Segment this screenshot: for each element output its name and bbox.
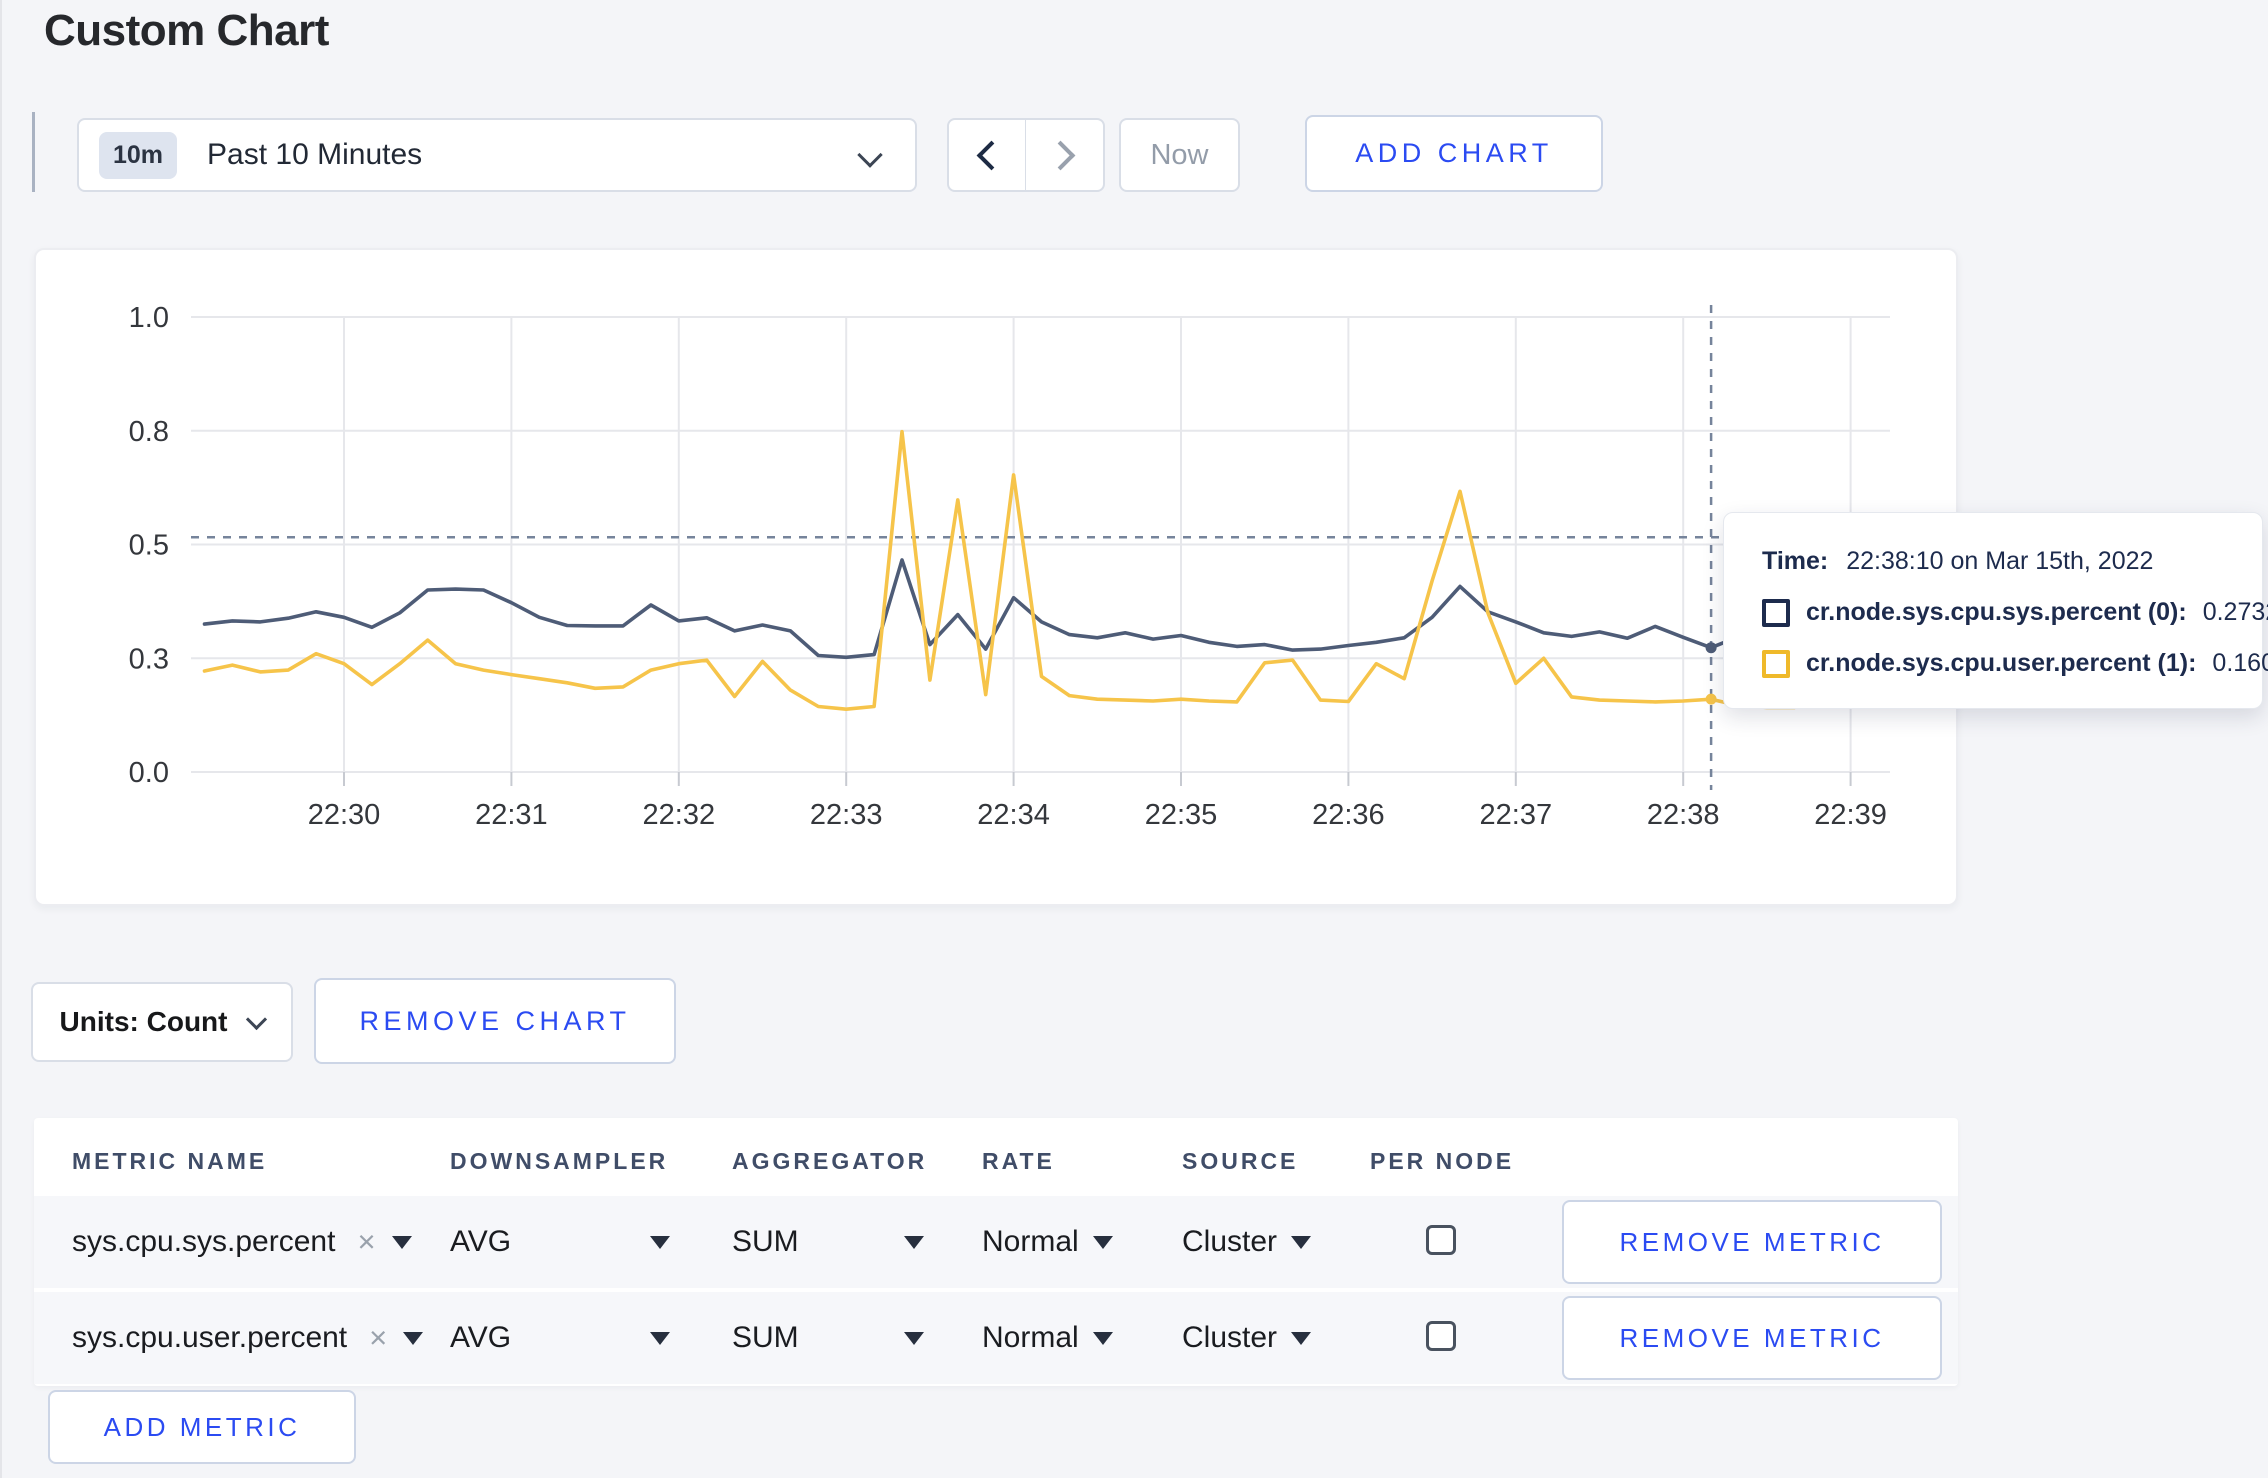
- svg-text:22:35: 22:35: [1145, 799, 1218, 831]
- chevron-down-icon: [246, 1008, 268, 1030]
- custom-chart-page: Custom Chart 10m Past 10 Minutes Now ADD…: [0, 0, 2268, 1478]
- svg-text:22:38: 22:38: [1647, 799, 1720, 831]
- col-header-rate: RATE: [982, 1148, 1055, 1174]
- dropdown-caret-icon: [650, 1331, 670, 1345]
- tooltip-time-value: 22:38:10 on Mar 15th, 2022: [1846, 547, 2154, 575]
- metric-row: sys.cpu.sys.percent × AVG SUM Normal Clu…: [34, 1196, 1958, 1288]
- col-header-aggregator: AGGREGATOR: [732, 1148, 928, 1174]
- aggregator-value: SUM: [732, 1321, 799, 1354]
- tooltip-time-label: Time:: [1762, 547, 1829, 575]
- units-label: Units: Count: [59, 1006, 228, 1037]
- svg-text:22:34: 22:34: [977, 799, 1050, 831]
- add-chart-button[interactable]: ADD CHART: [1305, 115, 1603, 192]
- time-range-badge: 10m: [99, 131, 178, 179]
- aggregator-value: SUM: [732, 1225, 799, 1258]
- chart-tooltip: Time: 22:38:10 on Mar 15th, 2022 cr.node…: [1723, 512, 2268, 709]
- chart-svg[interactable]: 1.0 0.8 0.5 0.3 0.0 22:30 22:31 22:32 22:33 22:34…: [36, 250, 1960, 906]
- per-node-checkbox[interactable]: [1426, 1321, 1456, 1351]
- dropdown-caret-icon: [1291, 1331, 1312, 1345]
- dropdown-caret-icon: [391, 1235, 412, 1249]
- aggregator-select[interactable]: SUM: [732, 1196, 924, 1288]
- svg-text:22:36: 22:36: [1312, 799, 1385, 831]
- clear-metric-icon[interactable]: ×: [357, 1224, 375, 1260]
- aggregator-select[interactable]: SUM: [732, 1292, 924, 1384]
- dropdown-caret-icon: [403, 1331, 424, 1345]
- remove-metric-button[interactable]: REMOVE METRIC: [1562, 1296, 1942, 1380]
- now-button[interactable]: Now: [1119, 118, 1240, 192]
- dropdown-caret-icon: [904, 1235, 924, 1249]
- tooltip-metric-label: cr.node.sys.cpu.sys.percent (0):: [1806, 598, 2187, 626]
- tooltip-metric-value: 0.2732: [2202, 598, 2268, 626]
- downsampler-select[interactable]: AVG: [450, 1196, 670, 1288]
- dropdown-caret-icon: [1092, 1331, 1113, 1345]
- time-next-button[interactable]: [1025, 118, 1105, 192]
- clear-metric-icon[interactable]: ×: [369, 1320, 387, 1356]
- time-prev-button[interactable]: [947, 118, 1027, 192]
- remove-chart-button[interactable]: REMOVE CHART: [314, 978, 676, 1064]
- chart-card: 1.0 0.8 0.5 0.3 0.0 22:30 22:31 22:32 22:33 22:34…: [34, 248, 1958, 906]
- svg-text:0.5: 0.5: [129, 530, 169, 562]
- add-metric-button[interactable]: ADD METRIC: [48, 1390, 356, 1464]
- metric-name-value: sys.cpu.user.percent: [72, 1321, 348, 1354]
- downsampler-value: AVG: [450, 1321, 512, 1354]
- metrics-table: METRIC NAME DOWNSAMPLER AGGREGATOR RATE …: [34, 1118, 1958, 1386]
- svg-text:22:33: 22:33: [810, 799, 883, 831]
- toolbar-divider: [32, 112, 35, 192]
- metric-name-select[interactable]: sys.cpu.user.percent ×: [72, 1292, 424, 1384]
- chevron-down-icon: [857, 142, 883, 168]
- dropdown-caret-icon: [650, 1235, 670, 1249]
- units-select[interactable]: Units: Count: [31, 982, 293, 1062]
- col-header-source: SOURCE: [1182, 1148, 1299, 1174]
- svg-text:22:32: 22:32: [643, 799, 716, 831]
- source-select[interactable]: Cluster: [1182, 1196, 1312, 1288]
- dropdown-caret-icon: [1092, 1235, 1113, 1249]
- svg-text:0.3: 0.3: [129, 643, 169, 675]
- time-range-select[interactable]: 10m Past 10 Minutes: [77, 118, 917, 192]
- downsampler-value: AVG: [450, 1225, 512, 1258]
- col-header-metric-name: METRIC NAME: [72, 1148, 268, 1174]
- metric-row: sys.cpu.user.percent × AVG SUM Normal Cl…: [34, 1290, 1958, 1384]
- chevron-right-icon: [1045, 140, 1076, 170]
- svg-text:22:37: 22:37: [1480, 799, 1553, 831]
- page-title: Custom Chart: [44, 6, 329, 55]
- downsampler-select[interactable]: AVG: [450, 1292, 670, 1384]
- source-select[interactable]: Cluster: [1182, 1292, 1312, 1384]
- rate-select[interactable]: Normal: [982, 1196, 1113, 1288]
- svg-text:1.0: 1.0: [129, 302, 169, 334]
- source-value: Cluster: [1182, 1321, 1278, 1354]
- chevron-left-icon: [976, 140, 1006, 170]
- col-header-downsampler: DOWNSAMPLER: [450, 1148, 669, 1174]
- svg-text:22:39: 22:39: [1814, 799, 1887, 831]
- metric-name-value: sys.cpu.sys.percent: [72, 1225, 336, 1258]
- svg-text:22:30: 22:30: [308, 799, 381, 831]
- per-node-checkbox[interactable]: [1426, 1225, 1456, 1255]
- time-range-label: Past 10 Minutes: [207, 138, 423, 171]
- svg-text:22:31: 22:31: [475, 799, 548, 831]
- svg-text:0.8: 0.8: [129, 416, 169, 448]
- dropdown-caret-icon: [904, 1331, 924, 1345]
- rate-select[interactable]: Normal: [982, 1292, 1113, 1384]
- series-swatch-icon: [1762, 598, 1790, 627]
- remove-metric-button[interactable]: REMOVE METRIC: [1562, 1200, 1942, 1284]
- rate-value: Normal: [982, 1225, 1079, 1258]
- tooltip-metric-value: 0.1601: [2212, 649, 2268, 677]
- col-header-per-node: PER NODE: [1370, 1148, 1515, 1174]
- svg-text:0.0: 0.0: [129, 757, 169, 789]
- source-value: Cluster: [1182, 1225, 1278, 1258]
- series-swatch-icon: [1762, 649, 1790, 678]
- rate-value: Normal: [982, 1321, 1079, 1354]
- tooltip-metric-label: cr.node.sys.cpu.user.percent (1):: [1806, 649, 2197, 677]
- dropdown-caret-icon: [1291, 1235, 1312, 1249]
- metric-name-select[interactable]: sys.cpu.sys.percent ×: [72, 1196, 412, 1288]
